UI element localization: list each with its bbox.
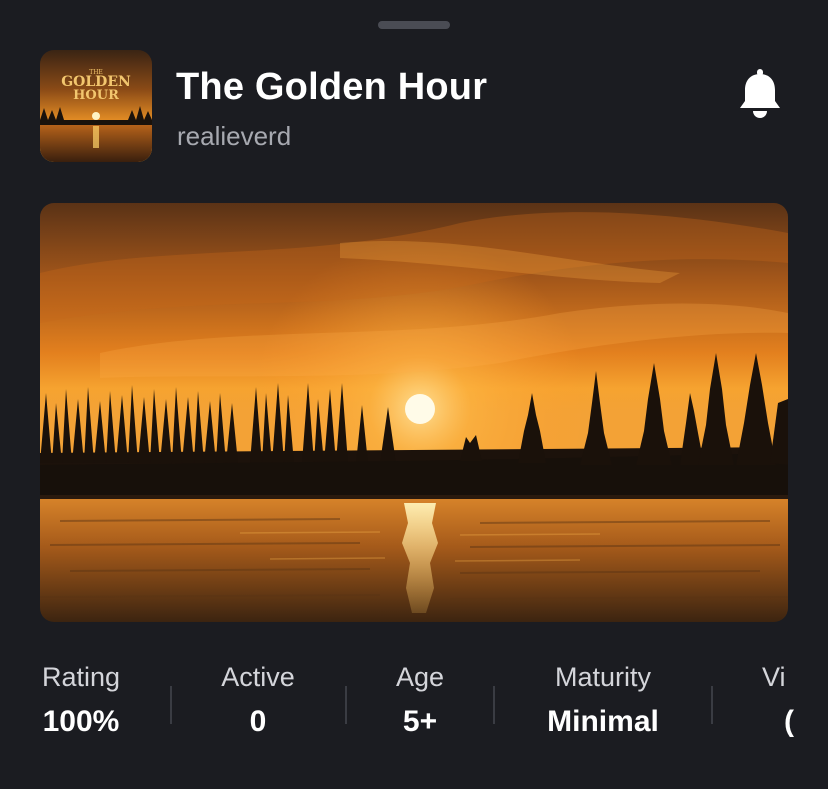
stat-divider xyxy=(493,686,495,724)
stat-rating: Rating 100% xyxy=(31,662,131,739)
sunset-lake-image xyxy=(40,203,788,622)
stat-value: Minimal xyxy=(547,705,659,738)
stat-label: Age xyxy=(395,662,445,692)
stat-label: Vi xyxy=(762,662,786,692)
stat-divider xyxy=(170,686,172,724)
thumbnail-art: THE GOLDEN HOUR xyxy=(40,50,152,162)
stat-label: Maturity xyxy=(554,662,652,692)
drag-handle[interactable] xyxy=(378,21,450,29)
stat-label: Rating xyxy=(41,662,121,692)
bell-icon[interactable] xyxy=(736,68,784,122)
stat-value: 0 xyxy=(249,705,267,738)
stat-age: Age 5+ xyxy=(370,662,470,739)
stat-divider xyxy=(345,686,347,724)
stat-value: ( xyxy=(784,705,794,738)
game-stats-row: Rating 100% Active 0 Age 5+ Maturity Min… xyxy=(0,662,828,752)
stat-active: Active 0 xyxy=(208,662,308,739)
stat-visits: Vi ( xyxy=(762,662,828,739)
game-header: THE GOLDEN HOUR The Golden Hour realieve… xyxy=(40,50,788,162)
game-banner-image[interactable] xyxy=(40,203,788,622)
stat-label: Active xyxy=(221,662,295,692)
creator-name[interactable]: realieverd xyxy=(177,121,291,152)
game-title: The Golden Hour xyxy=(176,66,488,108)
stat-divider xyxy=(711,686,713,724)
thumbnail-title-line3: HOUR xyxy=(73,88,119,103)
stat-value: 100% xyxy=(42,705,120,738)
game-details-sheet: THE GOLDEN HOUR The Golden Hour realieve… xyxy=(0,0,828,789)
game-thumbnail[interactable]: THE GOLDEN HOUR xyxy=(40,50,152,162)
stat-value: 5+ xyxy=(402,705,438,738)
stat-maturity: Maturity Minimal xyxy=(533,662,673,739)
